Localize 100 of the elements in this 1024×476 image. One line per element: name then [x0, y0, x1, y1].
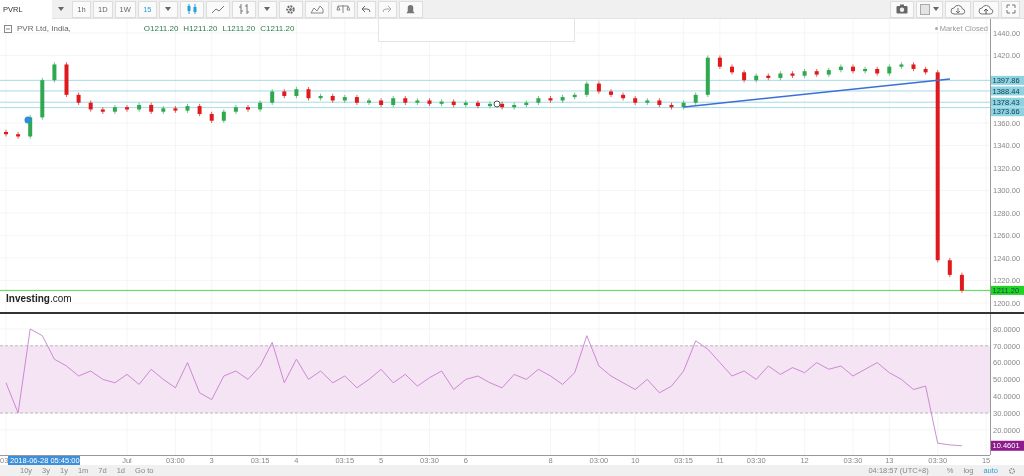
candlestick — [40, 77, 45, 120]
candlestick — [258, 100, 263, 113]
candlestick — [221, 109, 226, 124]
candlestick — [572, 92, 577, 100]
candlestick — [282, 88, 287, 99]
ohlc-value: L1211.20 — [222, 24, 256, 33]
candlestick — [814, 68, 819, 78]
color-picker-button[interactable] — [916, 0, 943, 18]
dropdown-button[interactable] — [158, 0, 178, 18]
candlestick — [875, 66, 880, 77]
candlestick — [403, 95, 408, 106]
candlestick — [584, 81, 589, 98]
candlestick — [415, 97, 420, 106]
candlestick — [342, 94, 347, 104]
candlestick — [161, 105, 166, 115]
candlestick — [427, 97, 432, 107]
bell-icon[interactable] — [398, 0, 423, 18]
candlestick — [754, 73, 759, 83]
caret-icon — [264, 7, 271, 11]
candlestick — [246, 104, 250, 113]
candlestick — [609, 88, 613, 98]
candlestick — [88, 100, 93, 113]
color-swatch — [920, 3, 930, 15]
caret-icon — [933, 7, 939, 11]
candlestick — [693, 92, 698, 106]
undo-icon[interactable] — [356, 0, 376, 18]
candlestick — [318, 93, 323, 101]
caret-icon — [165, 7, 172, 11]
candlestick — [270, 88, 275, 106]
redo-icon[interactable] — [377, 0, 397, 18]
candlestick — [548, 95, 553, 104]
candlestick — [887, 64, 892, 77]
candlestick — [391, 95, 396, 108]
instrument-name: PVR Ltd, India, — [17, 24, 71, 33]
candlestick — [439, 99, 444, 107]
candlestick — [657, 97, 662, 108]
camera-icon[interactable] — [890, 0, 914, 18]
cloud-upload-icon[interactable] — [973, 0, 999, 18]
settings-icon[interactable] — [1008, 466, 1016, 475]
candlestick — [742, 69, 747, 83]
candlestick — [536, 95, 541, 106]
cloud-download-icon[interactable] — [945, 0, 971, 18]
candlestick — [730, 64, 734, 75]
candlestick — [149, 102, 154, 115]
trend-line[interactable] — [683, 78, 951, 108]
candlestick — [669, 102, 674, 110]
candlestick — [560, 94, 565, 104]
ohlc-value: O1211.20 — [143, 24, 179, 33]
area-chart-icon[interactable] — [304, 0, 329, 18]
candlestick — [379, 97, 384, 108]
candlestick — [173, 105, 178, 114]
candlestick — [681, 100, 686, 110]
dropdown-button[interactable] — [257, 0, 277, 18]
candlestick — [633, 95, 638, 106]
candlestick — [4, 129, 8, 137]
scale-icon[interactable] — [330, 0, 355, 18]
candlestick — [475, 100, 480, 109]
candlestick — [717, 55, 722, 70]
dot-icon — [934, 27, 938, 30]
candlestick — [596, 81, 601, 95]
candlestick — [137, 102, 142, 113]
candlestick — [306, 86, 311, 101]
candlestick — [512, 102, 517, 110]
candlestick — [851, 64, 855, 74]
candlestick — [354, 94, 359, 106]
candlestick — [451, 99, 456, 108]
candlestick — [863, 66, 868, 74]
line-chart-icon[interactable] — [205, 0, 230, 18]
collapse-icon[interactable] — [4, 24, 12, 33]
candlestick — [233, 104, 238, 115]
candlestick — [488, 101, 492, 109]
ohlc-value: H1211.20 — [183, 24, 218, 33]
candlestick — [959, 272, 964, 294]
candlestick — [64, 61, 69, 98]
candlestick — [16, 131, 21, 140]
event-marker-icon[interactable] — [24, 116, 32, 124]
candlestick — [209, 111, 214, 124]
candlestick — [294, 86, 299, 99]
candlestick — [947, 257, 952, 278]
candlestick — [790, 70, 795, 79]
candlestick — [899, 61, 904, 70]
candlestick — [76, 92, 81, 106]
candlestick — [705, 55, 710, 98]
candlestick-icon[interactable] — [179, 0, 204, 18]
candlestick — [778, 70, 783, 81]
candlestick — [802, 68, 807, 79]
candlestick — [524, 100, 529, 108]
caret-icon[interactable] — [58, 7, 64, 11]
candlestick — [838, 64, 843, 73]
candlestick — [463, 100, 468, 108]
candlestick — [125, 104, 129, 113]
candlestick — [100, 106, 105, 115]
logo: Investing.com — [6, 293, 72, 304]
candlestick — [367, 97, 371, 106]
circle-marker-icon[interactable] — [493, 100, 501, 108]
candlestick — [621, 92, 626, 101]
candlestick — [911, 61, 916, 72]
candlestick — [645, 97, 650, 106]
candlestick — [185, 103, 190, 114]
candlestick — [197, 103, 202, 117]
